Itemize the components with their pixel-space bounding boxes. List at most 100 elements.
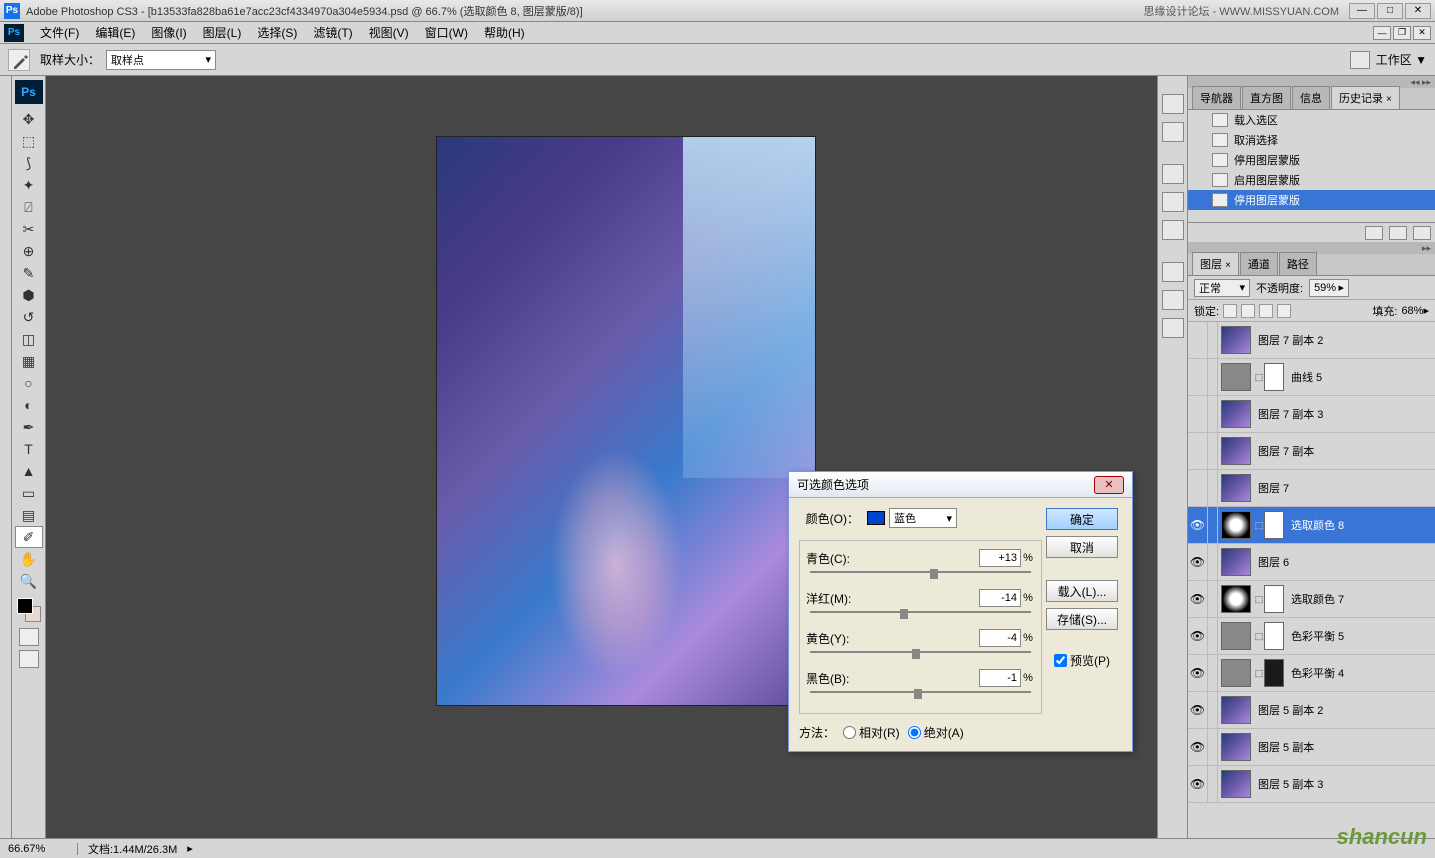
layer-item[interactable]: ⬚曲线 5 <box>1188 359 1435 396</box>
history-snapshot-button[interactable] <box>1365 226 1383 240</box>
cyan-slider[interactable] <box>806 569 1035 583</box>
layer-visibility-icon[interactable]: 👁 <box>1188 655 1208 691</box>
menu-image[interactable]: 图像(I) <box>143 22 194 43</box>
layer-name[interactable]: 图层 5 副本 3 <box>1254 776 1435 792</box>
move-tool[interactable]: ✥ <box>15 108 43 130</box>
layer-thumbnail[interactable] <box>1221 548 1251 576</box>
menu-view[interactable]: 视图(V) <box>361 22 417 43</box>
layer-item[interactable]: 👁⬚色彩平衡 5 <box>1188 618 1435 655</box>
layer-name[interactable]: 图层 7 副本 <box>1254 443 1435 459</box>
history-item[interactable]: 载入选区 <box>1188 110 1435 130</box>
history-item[interactable]: 停用图层蒙版 <box>1188 150 1435 170</box>
doc-size[interactable]: 文档:1.44M/26.3M <box>78 841 187 857</box>
eyedropper-options-icon[interactable] <box>8 49 30 71</box>
history-new-button[interactable] <box>1389 226 1407 240</box>
load-button[interactable]: 载入(L)... <box>1046 580 1118 602</box>
layer-visibility-icon[interactable]: 👁 <box>1188 618 1208 654</box>
type-tool[interactable]: T <box>15 438 43 460</box>
crop-tool[interactable]: ⍁ <box>15 196 43 218</box>
layer-thumbnail[interactable] <box>1221 585 1251 613</box>
layer-thumbnail[interactable] <box>1221 400 1251 428</box>
history-item[interactable]: 启用图层蒙版 <box>1188 170 1435 190</box>
foreground-color[interactable] <box>17 598 33 614</box>
canvas-area[interactable]: 可选颜色选项 ✕ 颜色(O)： 蓝色▾ 青色(C): +13 <box>46 76 1157 838</box>
hand-tool[interactable]: ✋ <box>15 548 43 570</box>
layer-visibility-icon[interactable]: 👁 <box>1188 692 1208 728</box>
layer-item[interactable]: 👁⬚选取颜色 8 <box>1188 507 1435 544</box>
toolbox-logo-icon[interactable]: Ps <box>15 80 43 104</box>
menu-edit[interactable]: 编辑(E) <box>87 22 143 43</box>
layer-visibility-icon[interactable]: 👁 <box>1188 581 1208 617</box>
black-input[interactable]: -1 <box>979 669 1021 687</box>
layers-list[interactable]: 图层 7 副本 2⬚曲线 5图层 7 副本 3图层 7 副本图层 7👁⬚选取颜色… <box>1188 322 1435 838</box>
lock-transparent-button[interactable] <box>1223 304 1237 318</box>
tab-paths[interactable]: 路径 <box>1279 252 1317 275</box>
layer-visibility-icon[interactable] <box>1188 470 1208 506</box>
layer-visibility-icon[interactable]: 👁 <box>1188 729 1208 765</box>
dialog-titlebar[interactable]: 可选颜色选项 ✕ <box>789 472 1132 498</box>
layer-item[interactable]: 👁 图层 5 副本 <box>1188 729 1435 766</box>
sample-size-dropdown[interactable]: 取样点▾ <box>106 50 216 70</box>
layer-item[interactable]: 图层 7 副本 2 <box>1188 322 1435 359</box>
dock-icon-8[interactable] <box>1162 318 1184 338</box>
ok-button[interactable]: 确定 <box>1046 508 1118 530</box>
layer-mask-thumbnail[interactable] <box>1264 585 1284 613</box>
slice-tool[interactable]: ✂ <box>15 218 43 240</box>
layer-mask-thumbnail[interactable] <box>1264 511 1284 539</box>
layer-name[interactable]: 图层 5 副本 2 <box>1254 702 1435 718</box>
opacity-input[interactable]: 59%▸ <box>1309 279 1349 297</box>
history-item[interactable]: 取消选择 <box>1188 130 1435 150</box>
zoom-level[interactable]: 66.67% <box>8 843 78 855</box>
brush-tool[interactable]: ✎ <box>15 262 43 284</box>
layer-thumbnail[interactable] <box>1221 733 1251 761</box>
minimize-button[interactable]: — <box>1349 3 1375 19</box>
layer-item[interactable]: 👁 图层 5 副本 3 <box>1188 766 1435 803</box>
layer-visibility-icon[interactable] <box>1188 359 1208 395</box>
history-brush-tool[interactable]: ↺ <box>15 306 43 328</box>
preview-checkbox[interactable]: 预览(P) <box>1054 652 1110 669</box>
layer-mask-thumbnail[interactable] <box>1264 659 1284 687</box>
dock-icon-6[interactable] <box>1162 262 1184 282</box>
pen-tool[interactable]: ✒ <box>15 416 43 438</box>
layer-thumbnail[interactable] <box>1221 696 1251 724</box>
tab-navigator[interactable]: 导航器 <box>1192 86 1241 109</box>
menu-filter[interactable]: 滤镜(T) <box>305 22 360 43</box>
layer-visibility-icon[interactable]: 👁 <box>1188 766 1208 802</box>
screen-mode-button[interactable] <box>19 650 39 668</box>
dock-icon-1[interactable] <box>1162 94 1184 114</box>
layer-item[interactable]: 图层 7 <box>1188 470 1435 507</box>
layer-thumbnail[interactable] <box>1221 474 1251 502</box>
tab-history[interactable]: 历史记录× <box>1331 86 1400 109</box>
notes-tool[interactable]: ▤ <box>15 504 43 526</box>
lasso-tool[interactable]: ⟆ <box>15 152 43 174</box>
dodge-tool[interactable]: ◐ <box>15 394 43 416</box>
layer-name[interactable]: 曲线 5 <box>1287 369 1435 385</box>
layer-visibility-icon[interactable]: 👁 <box>1188 544 1208 580</box>
layer-item[interactable]: 👁 图层 5 副本 2 <box>1188 692 1435 729</box>
layer-name[interactable]: 色彩平衡 4 <box>1287 665 1435 681</box>
workspace-icon[interactable] <box>1350 51 1370 69</box>
layer-mask-thumbnail[interactable] <box>1264 622 1284 650</box>
layer-item[interactable]: 👁⬚选取颜色 7 <box>1188 581 1435 618</box>
layer-thumbnail[interactable] <box>1221 363 1251 391</box>
quick-mask-button[interactable] <box>19 628 39 646</box>
layer-name[interactable]: 图层 7 副本 2 <box>1254 332 1435 348</box>
layer-mask-thumbnail[interactable] <box>1264 363 1284 391</box>
tab-channels[interactable]: 通道 <box>1240 252 1278 275</box>
layer-visibility-icon[interactable]: 👁 <box>1188 507 1208 543</box>
stamp-tool[interactable]: ⬢ <box>15 284 43 306</box>
lock-position-button[interactable] <box>1259 304 1273 318</box>
menu-help[interactable]: 帮助(H) <box>476 22 533 43</box>
blend-mode-dropdown[interactable]: 正常▾ <box>1194 279 1250 297</box>
lock-all-button[interactable] <box>1277 304 1291 318</box>
tab-info[interactable]: 信息 <box>1292 86 1330 109</box>
yellow-input[interactable]: -4 <box>979 629 1021 647</box>
dialog-close-button[interactable]: ✕ <box>1094 476 1124 494</box>
cancel-button[interactable]: 取消 <box>1046 536 1118 558</box>
layer-name[interactable]: 色彩平衡 5 <box>1287 628 1435 644</box>
save-button[interactable]: 存储(S)... <box>1046 608 1118 630</box>
color-dropdown[interactable]: 蓝色▾ <box>889 508 957 528</box>
absolute-radio[interactable]: 绝对(A) <box>908 724 964 741</box>
layer-name[interactable]: 图层 5 副本 <box>1254 739 1435 755</box>
magenta-input[interactable]: -14 <box>979 589 1021 607</box>
